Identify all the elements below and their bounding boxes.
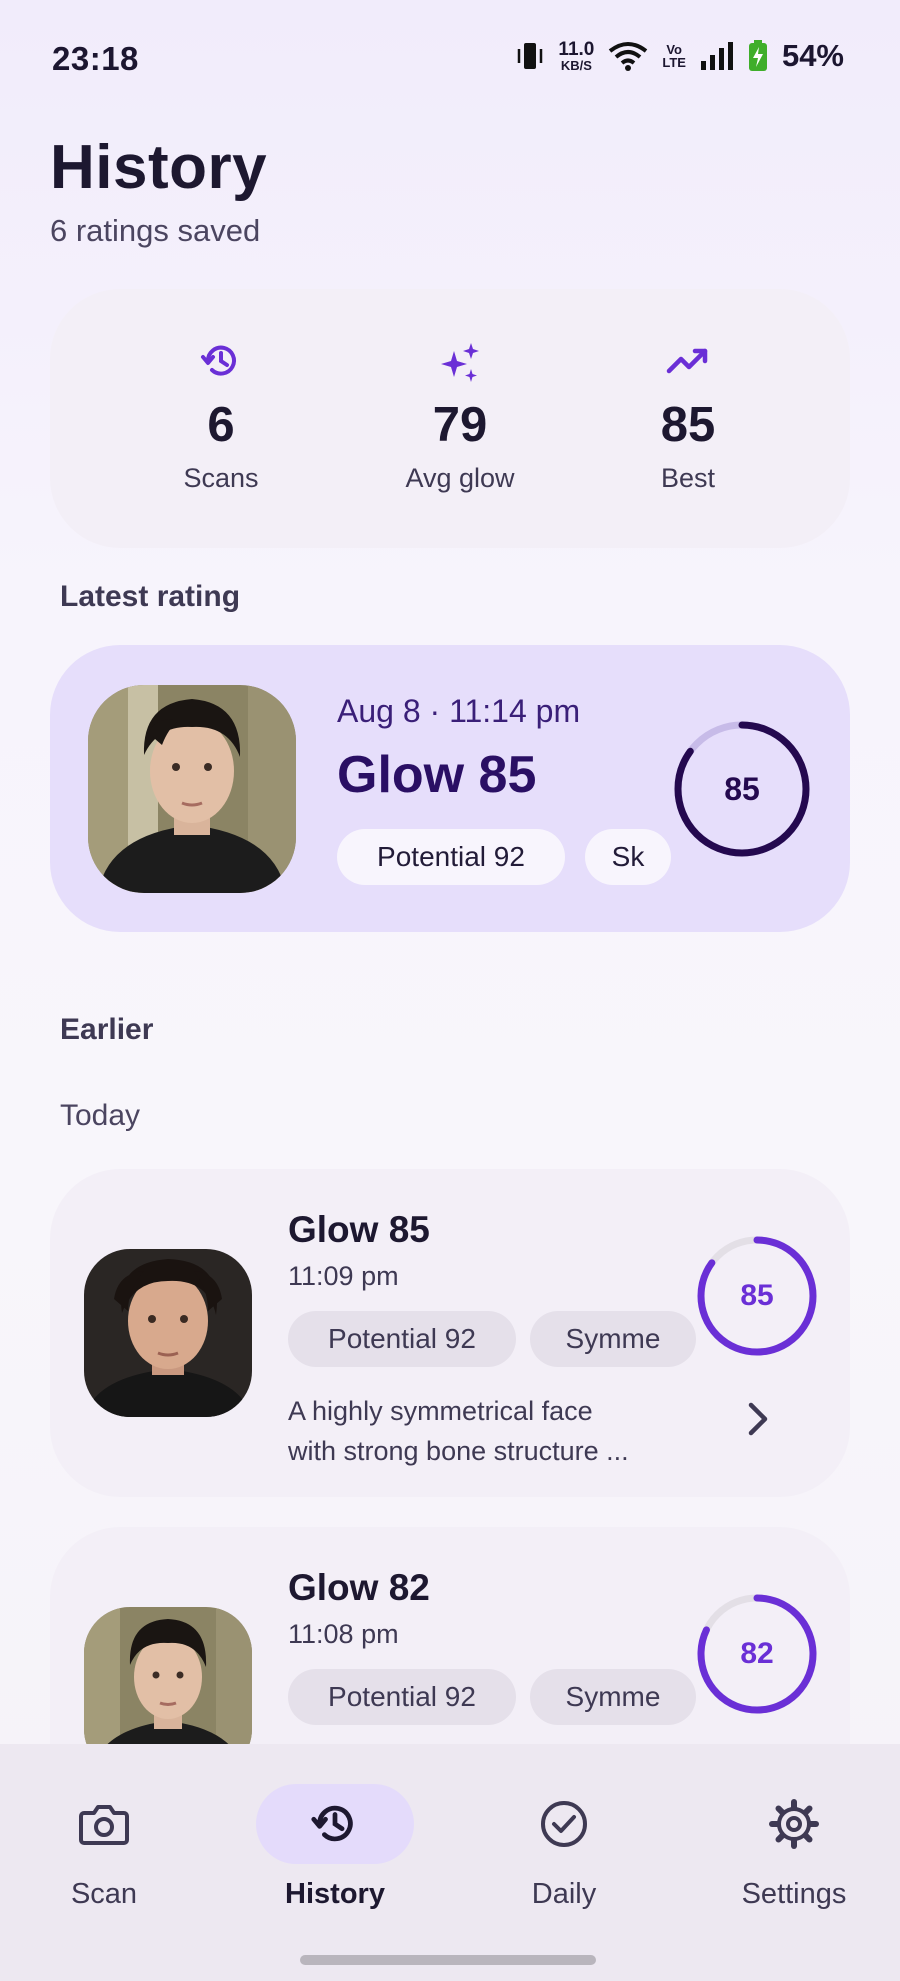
status-bar: 23:18 11.0 KB/S Vo LTE 54% xyxy=(0,0,900,118)
stat-label: Scans xyxy=(183,463,259,493)
status-time: 23:18 xyxy=(52,40,139,77)
battery-percentage: 54% xyxy=(781,38,844,73)
battery-icon xyxy=(748,40,767,71)
nav-label: Scan xyxy=(70,1878,138,1910)
camera-icon xyxy=(79,1805,129,1845)
stat-label: Best xyxy=(660,463,716,493)
page-title: History xyxy=(50,133,268,202)
chip-symmetry: Symme xyxy=(530,1311,696,1367)
vibrate-icon xyxy=(518,43,543,69)
chip-potential: Potential 92 xyxy=(288,1311,516,1367)
latest-rating-card[interactable]: Aug 8 · 11:14 pm Glow 85 Potential 92 Sk… xyxy=(50,645,850,932)
section-label-latest: Latest rating xyxy=(60,580,241,613)
home-indicator[interactable] xyxy=(300,1955,596,1965)
nav-label: History xyxy=(285,1878,385,1910)
nav-label: Settings xyxy=(741,1878,847,1910)
sparkles-icon xyxy=(441,343,479,382)
signal-icon xyxy=(700,42,733,70)
status-icons: 11.0 KB/S Vo LTE 54% xyxy=(516,38,844,74)
entry-glow-score: Glow 85 xyxy=(288,1209,430,1250)
chevron-right-icon[interactable] xyxy=(743,1401,771,1437)
stat-label: Avg glow xyxy=(405,463,515,493)
nav-item-scan[interactable]: Scan xyxy=(4,1784,204,1911)
chip-symmetry: Symme xyxy=(530,1669,696,1725)
entry-time: 11:09 pm xyxy=(288,1261,399,1291)
face-photo xyxy=(88,685,296,893)
nav-item-settings[interactable]: Settings xyxy=(694,1784,894,1911)
stat-value: 85 xyxy=(660,398,716,452)
wifi-icon xyxy=(609,42,648,71)
latest-date: Aug 8 · 11:14 pm xyxy=(337,693,581,729)
entry-score-value: 82 xyxy=(740,1637,774,1670)
face-photo xyxy=(84,1249,252,1417)
page-header: History 6 ratings saved xyxy=(50,132,267,249)
stat-avg-glow: 79 Avg glow xyxy=(360,339,560,494)
chip-potential: Potential 92 xyxy=(337,829,565,885)
entry-description: A highly symmetrical face with strong bo… xyxy=(288,1396,629,1466)
stat-value: 79 xyxy=(432,398,488,452)
page-subtitle: 6 ratings saved xyxy=(50,213,261,248)
bottom-navigation: Scan History Daily Settings xyxy=(0,1744,900,1981)
trending-up-icon xyxy=(666,348,708,374)
nav-item-daily[interactable]: Daily xyxy=(464,1784,664,1911)
nav-item-history[interactable]: History xyxy=(235,1784,435,1911)
history-entry-card[interactable]: Glow 85 11:09 pm Potential 92 Symme A hi… xyxy=(50,1169,850,1497)
entry-glow-score: Glow 82 xyxy=(288,1567,430,1608)
entry-score-ring: 85 xyxy=(696,1235,818,1357)
entry-score-ring: 82 xyxy=(696,1593,818,1715)
network-speed: 11.0 KB/S xyxy=(558,39,595,73)
chip-symmetry: Sk xyxy=(585,829,671,885)
entry-score-value: 85 xyxy=(740,1279,774,1312)
stat-best: 85 Best xyxy=(588,339,788,494)
nav-label: Daily xyxy=(531,1878,597,1910)
stat-value: 6 xyxy=(207,398,235,452)
latest-score-value: 85 xyxy=(724,770,760,807)
latest-score-ring: 85 xyxy=(672,719,812,859)
history-icon xyxy=(311,1805,353,1842)
latest-glow-score: Glow 85 xyxy=(337,746,537,804)
chip-potential: Potential 92 xyxy=(288,1669,516,1725)
stat-scans: 6 Scans xyxy=(121,339,321,494)
group-label-today: Today xyxy=(60,1099,141,1132)
stats-card: 6 Scans 79 Avg glow 85 Best xyxy=(50,289,850,548)
entry-time: 11:08 pm xyxy=(288,1619,399,1649)
volte-indicator: Vo LTE xyxy=(662,42,686,70)
section-label-earlier: Earlier xyxy=(60,1013,154,1046)
history-icon xyxy=(201,345,236,376)
gear-icon xyxy=(769,1799,819,1849)
check-circle-icon xyxy=(541,1801,587,1847)
